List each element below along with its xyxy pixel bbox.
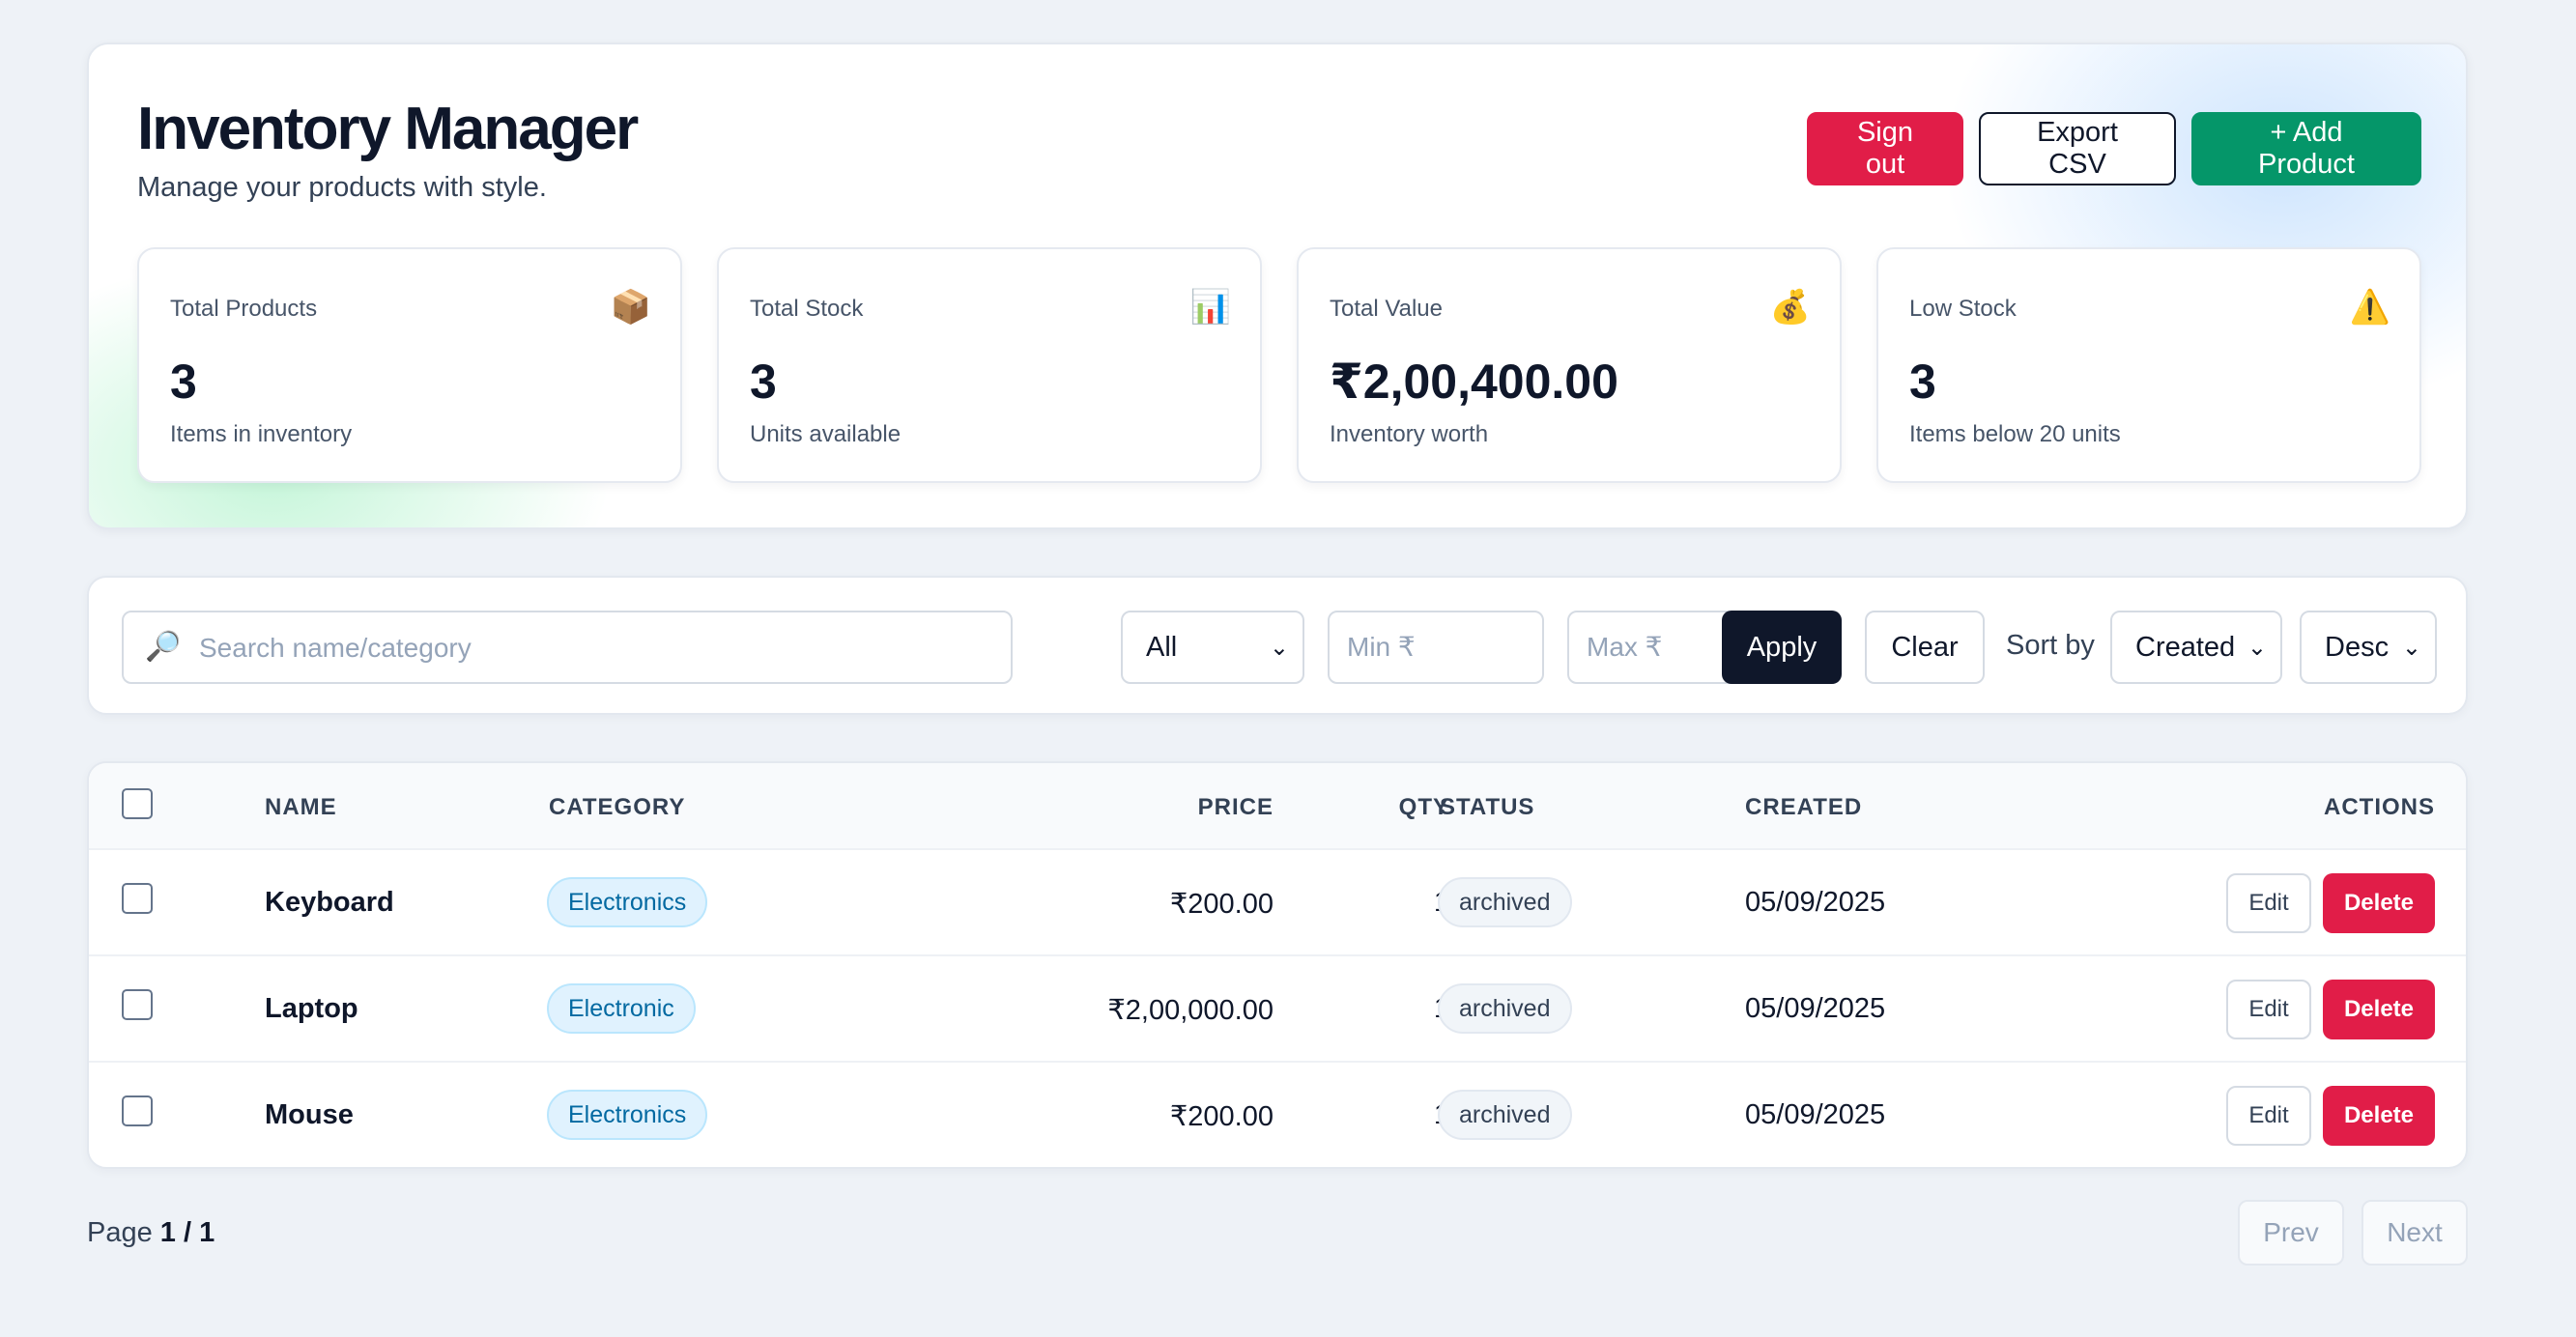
stat-card-low-stock: Low Stock ⚠️ 3 Items below 20 units [1876,247,2421,483]
add-product-button[interactable]: + Add Product [2191,112,2421,185]
category-select[interactable]: All ⌄ [1121,611,1304,684]
page-indicator: Page 1 / 1 [87,1217,215,1249]
sign-out-button[interactable]: Sign out [1807,112,1963,185]
row-checkbox[interactable] [122,883,153,914]
chevron-down-icon: ⌄ [2401,635,2421,661]
stat-value: ₹2,00,400.00 [1330,355,1618,409]
prev-page-button[interactable]: Prev [2238,1200,2344,1266]
stat-card-total-value: Total Value 💰 ₹2,00,400.00 Inventory wor… [1297,247,1842,483]
stat-card-total-products: Total Products 📦 3 Items in inventory [137,247,682,483]
current-page: 1 [159,1217,176,1248]
delete-button[interactable]: Delete [2323,1086,2435,1146]
header-actions: Sign out Export CSV + Add Product [1807,112,2421,185]
clear-button[interactable]: Clear [1865,611,1985,684]
column-header-price: PRICE [1197,794,1274,820]
delete-button[interactable]: Delete [2323,873,2435,933]
delete-button[interactable]: Delete [2323,980,2435,1039]
stat-note: Units available [750,421,902,447]
column-header-actions: ACTIONS [2324,794,2435,820]
status-badge: archived [1438,983,1572,1034]
total-pages: 1 [199,1217,215,1248]
stat-label: Total Products [170,296,318,322]
category-badge: Electronics [547,1090,708,1140]
product-price: ₹200.00 [1169,1101,1274,1132]
edit-button[interactable]: Edit [2226,873,2311,933]
stat-note: Items in inventory [170,421,353,447]
money-bag-icon: 💰 [1769,289,1811,326]
page-title: Inventory Manager [137,96,639,162]
table-row: Laptop Electronic ₹2,00,000.00 1 archive… [89,956,2466,1063]
column-header-category: CATEGORY [549,794,686,820]
stat-label: Total Value [1330,296,1443,322]
page-subtitle: Manage your products with style. [137,172,547,203]
product-price: ₹200.00 [1169,889,1274,920]
category-select-value: All [1146,631,1178,663]
row-checkbox[interactable] [122,989,153,1020]
stat-value: 3 [170,355,197,409]
apply-button[interactable]: Apply [1722,611,1842,684]
stat-label: Low Stock [1909,296,2017,322]
inventory-page: Inventory Manager Manage your products w… [0,0,2576,1337]
export-csv-button[interactable]: Export CSV [1979,112,2176,185]
created-date: 05/09/2025 [1745,887,1886,918]
stat-value: 3 [1909,355,1936,409]
chevron-down-icon: ⌄ [1269,635,1289,661]
bar-chart-icon: 📊 [1189,289,1231,326]
status-badge: archived [1438,877,1572,927]
filter-bar: 🔎 All ⌄ Apply Clear Sort by Created ⌄ De… [87,576,2468,715]
header-card: Inventory Manager Manage your products w… [87,43,2468,529]
search-icon: 🔎 [145,631,182,663]
stat-card-total-stock: Total Stock 📊 3 Units available [717,247,1262,483]
min-price-input[interactable] [1328,611,1544,684]
page-separator: / [184,1217,192,1248]
column-header-created: CREATED [1745,794,1863,820]
product-name: Laptop [265,993,358,1024]
created-date: 05/09/2025 [1745,1099,1886,1130]
sort-field-value: Created [2135,631,2236,663]
stat-note: Items below 20 units [1909,421,2121,447]
category-badge: Electronics [547,877,708,927]
status-badge: archived [1438,1090,1572,1140]
table-row: Mouse Electronics ₹200.00 1 archived 05/… [89,1063,2466,1167]
next-page-button[interactable]: Next [2361,1200,2468,1266]
search-box: 🔎 [122,611,1013,684]
stats-row: Total Products 📦 3 Items in inventory To… [137,247,2421,483]
chevron-down-icon: ⌄ [2247,635,2267,661]
package-icon: 📦 [610,289,651,326]
category-badge: Electronic [547,983,696,1034]
product-price: ₹2,00,000.00 [1107,995,1274,1026]
product-name: Keyboard [265,887,394,918]
stat-label: Total Stock [750,296,864,322]
select-all-checkbox[interactable] [122,788,153,819]
sort-by-label: Sort by [2006,630,2095,661]
sort-field-select[interactable]: Created ⌄ [2110,611,2282,684]
page-label: Page [87,1217,153,1248]
edit-button[interactable]: Edit [2226,980,2311,1039]
sort-order-select[interactable]: Desc ⌄ [2300,611,2437,684]
sort-order-value: Desc [2325,631,2390,663]
edit-button[interactable]: Edit [2226,1086,2311,1146]
table-row: Keyboard Electronics ₹200.00 1 archived … [89,850,2466,956]
row-checkbox[interactable] [122,1095,153,1126]
column-header-status: STATUS [1440,794,1535,820]
created-date: 05/09/2025 [1745,993,1886,1024]
stat-note: Inventory worth [1330,421,1489,447]
search-input[interactable] [199,622,991,674]
stat-value: 3 [750,355,777,409]
product-name: Mouse [265,1099,354,1130]
warning-icon: ⚠️ [2349,289,2390,326]
column-header-name: NAME [265,794,337,820]
products-table: NAME CATEGORY PRICE QTY STATUS CREATED A… [87,761,2468,1169]
table-header: NAME CATEGORY PRICE QTY STATUS CREATED A… [89,763,2466,850]
